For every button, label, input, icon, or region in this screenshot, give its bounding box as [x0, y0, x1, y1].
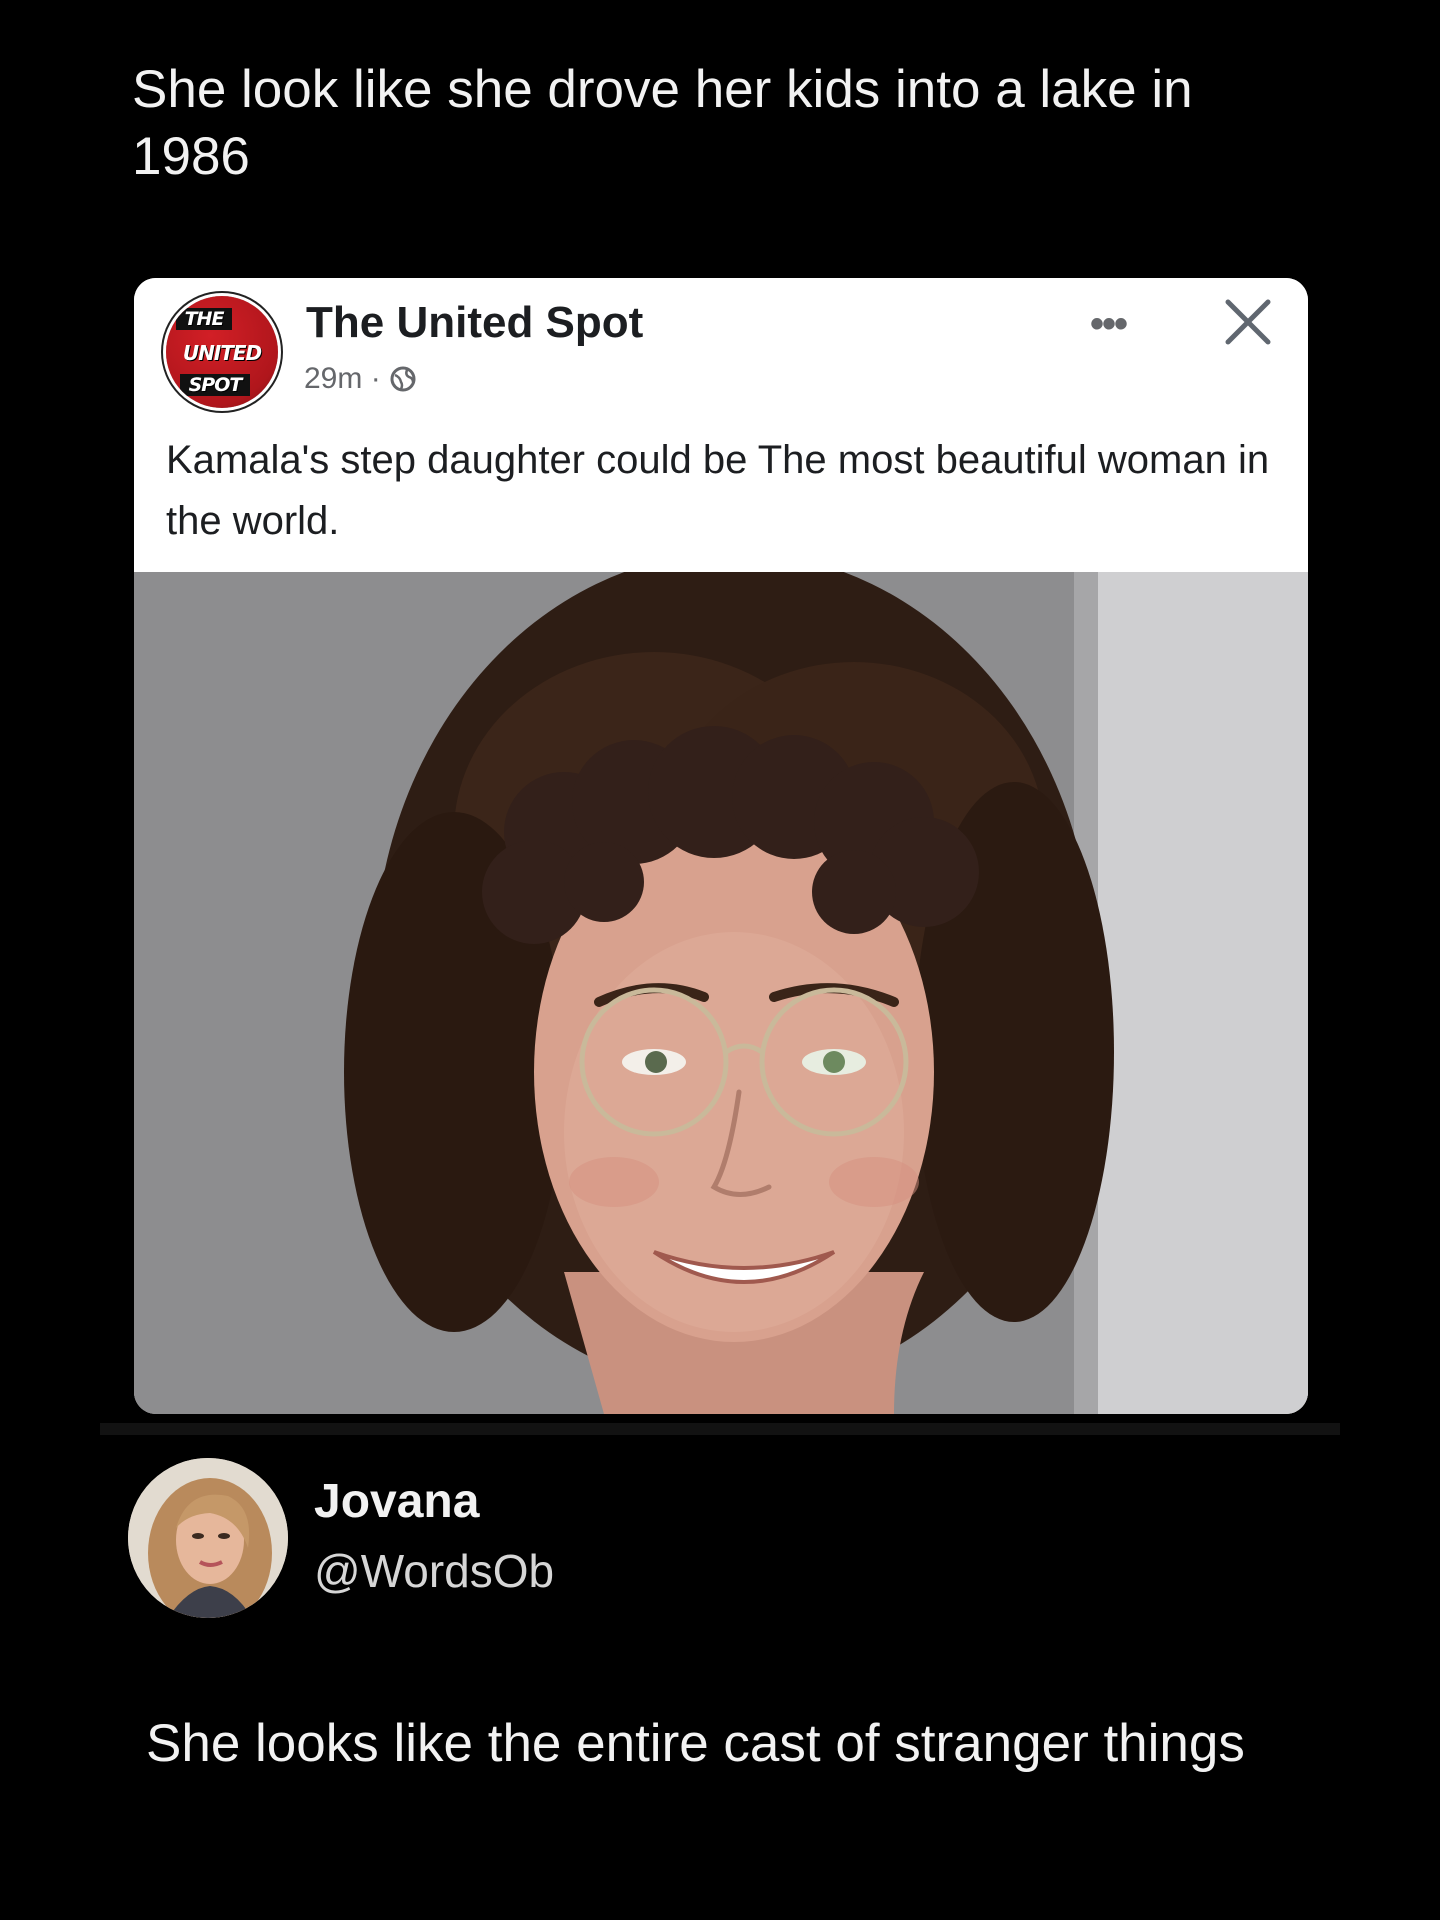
page-logo[interactable]: THE UNITED SPOT	[166, 296, 278, 408]
more-options-icon[interactable]: •••	[1090, 304, 1128, 344]
post-photo[interactable]	[134, 572, 1308, 1414]
logo-line-spot: SPOT	[180, 374, 250, 396]
divider	[100, 1423, 1340, 1435]
portrait-illustration	[134, 572, 1308, 1414]
logo-line-united: UNITED	[182, 341, 262, 365]
quoted-facebook-post: THE UNITED SPOT The United Spot 29m · ••…	[134, 278, 1308, 1414]
post-header: THE UNITED SPOT The United Spot 29m · ••…	[134, 278, 1308, 572]
post-meta: 29m ·	[304, 362, 417, 396]
post-timestamp[interactable]: 29m ·	[304, 362, 381, 396]
globe-icon	[390, 366, 416, 392]
reply-text: She looks like the entire cast of strang…	[146, 1714, 1245, 1773]
user-handle[interactable]: @WordsOb	[314, 1544, 554, 1598]
page-name[interactable]: The United Spot	[306, 298, 643, 348]
avatar-image	[128, 1458, 288, 1618]
logo-line-the: THE	[176, 308, 232, 330]
tweet-text: She look like she drove her kids into a …	[132, 60, 1193, 186]
post-text: Kamala's step daughter could be The most…	[166, 438, 1270, 543]
close-icon[interactable]	[1216, 290, 1280, 354]
avatar[interactable]	[128, 1458, 288, 1618]
display-name[interactable]: Jovana	[314, 1474, 479, 1529]
